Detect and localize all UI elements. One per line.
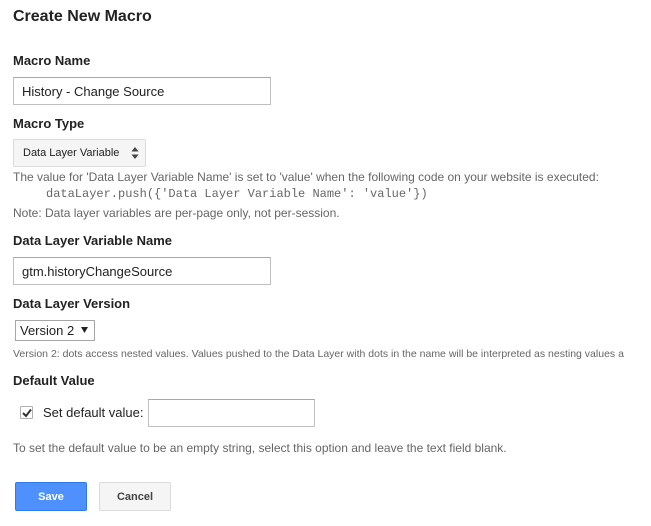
up-down-arrows-icon [131, 147, 139, 159]
macro-type-code-sample: dataLayer.push({'Data Layer Variable Nam… [46, 187, 428, 201]
macro-type-note: Note: Data layer variables are per-page … [13, 206, 340, 220]
version-description: Version 2: dots access nested values. Va… [13, 348, 624, 360]
default-value-label: Default Value [13, 373, 95, 388]
macro-type-description: The value for 'Data Layer Variable Name'… [13, 170, 599, 184]
macro-type-label: Macro Type [13, 116, 85, 131]
default-value-checkbox[interactable] [20, 406, 33, 419]
save-button[interactable]: Save [15, 482, 87, 511]
version-selected-value: Version 2 [20, 323, 75, 338]
default-value-input[interactable] [148, 399, 315, 427]
variable-name-input[interactable] [13, 257, 271, 285]
macro-name-label: Macro Name [13, 53, 91, 68]
macro-name-input[interactable] [13, 77, 271, 105]
cancel-button[interactable]: Cancel [99, 482, 171, 511]
page-title: Create New Macro [13, 8, 152, 25]
macro-type-select[interactable]: Data Layer Variable [13, 139, 146, 167]
checkmark-icon [22, 408, 32, 418]
version-select[interactable]: Version 2 [15, 320, 95, 341]
variable-name-label: Data Layer Variable Name [13, 233, 172, 248]
version-label: Data Layer Version [13, 296, 131, 311]
macro-type-selected-value: Data Layer Variable [23, 147, 120, 159]
dropdown-triangle-icon [81, 327, 88, 333]
default-value-checkbox-label[interactable]: Set default value: [43, 405, 143, 420]
default-value-hint: To set the default value to be an empty … [13, 441, 507, 455]
